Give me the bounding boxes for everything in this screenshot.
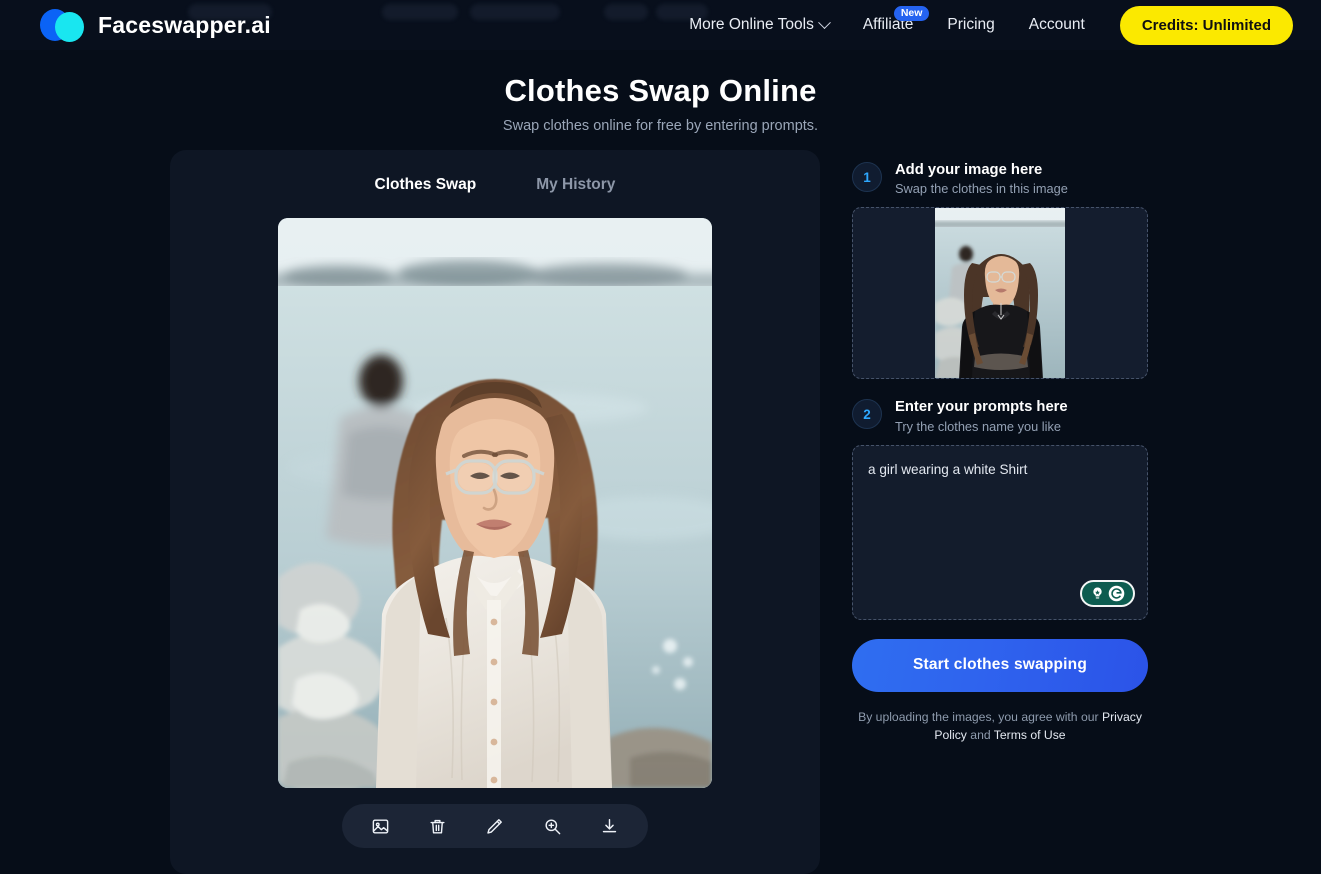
legal-prefix: By uploading the images, you agree with … — [858, 709, 1102, 724]
main-stage: Clothes Swap My History 1 Add your image… — [0, 150, 1321, 874]
new-badge: New — [893, 6, 930, 21]
tab-my-history[interactable]: My History — [534, 172, 617, 198]
step-number-badge: 2 — [852, 399, 882, 430]
step-description: Try the clothes name you like — [895, 418, 1061, 434]
result-image[interactable] — [278, 218, 712, 788]
step-2: 2 Enter your prompts here Try the clothe… — [852, 398, 1148, 434]
image-icon[interactable] — [364, 809, 398, 843]
step-1: 1 Add your image here Swap the clothes i… — [852, 161, 1148, 196]
terms-of-use-link[interactable]: Terms of Use — [994, 728, 1066, 742]
brand-name: Faceswapper.ai — [98, 11, 271, 38]
start-swap-button[interactable]: Start clothes swapping — [852, 638, 1148, 692]
page-subtitle: Swap clothes online for free by entering… — [502, 118, 819, 134]
pencil-icon[interactable] — [478, 809, 512, 843]
step-description: Swap the clothes in this image — [895, 181, 1068, 197]
control-panel: 1 Add your image here Swap the clothes i… — [852, 150, 1148, 745]
page-title: Clothes Swap Online — [504, 73, 817, 108]
image-upload-dropzone[interactable] — [852, 207, 1148, 380]
logo-icon — [40, 8, 86, 42]
brand-logo[interactable]: Faceswapper.ai — [40, 8, 271, 42]
source-thumbnail — [935, 208, 1065, 379]
trash-icon[interactable] — [421, 809, 455, 843]
tab-clothes-swap[interactable]: Clothes Swap — [373, 172, 479, 198]
image-toolbar — [342, 804, 648, 848]
main-nav: More Online Tools Affiliate New Pricing … — [672, 5, 1293, 45]
step-title: Enter your prompts here — [895, 399, 1068, 416]
zoom-in-icon[interactable] — [535, 809, 569, 843]
nav-item-account[interactable]: Account — [1012, 16, 1102, 34]
nav-label: Pricing — [947, 16, 995, 33]
download-icon[interactable] — [592, 809, 626, 843]
nav-label: Account — [1028, 16, 1085, 33]
prompt-field-wrapper — [852, 444, 1148, 620]
tab-bar: Clothes Swap My History — [170, 172, 820, 198]
step-number-badge: 1 — [852, 162, 882, 192]
grammarly-widget[interactable] — [1080, 579, 1135, 607]
grammarly-g-icon — [1108, 585, 1125, 602]
nav-item-pricing[interactable]: Pricing — [930, 16, 1011, 34]
site-header: Faceswapper.ai More Online Tools Affilia… — [0, 0, 1321, 50]
lightbulb-icon — [1093, 587, 1102, 599]
legal-disclaimer: By uploading the images, you agree with … — [852, 708, 1148, 745]
workspace-card: Clothes Swap My History — [170, 150, 820, 874]
nav-item-affiliate[interactable]: Affiliate New — [846, 6, 931, 34]
legal-middle: and — [966, 728, 994, 743]
preview-area — [170, 218, 820, 788]
prompt-input[interactable] — [868, 459, 1132, 578]
nav-item-more-online-tools[interactable]: More Online Tools — [672, 15, 846, 34]
step-title: Add your image here — [895, 162, 1043, 178]
chevron-down-icon — [817, 15, 831, 29]
credits-button[interactable]: Credits: Unlimited — [1119, 5, 1293, 45]
nav-label: More Online Tools — [689, 16, 814, 33]
